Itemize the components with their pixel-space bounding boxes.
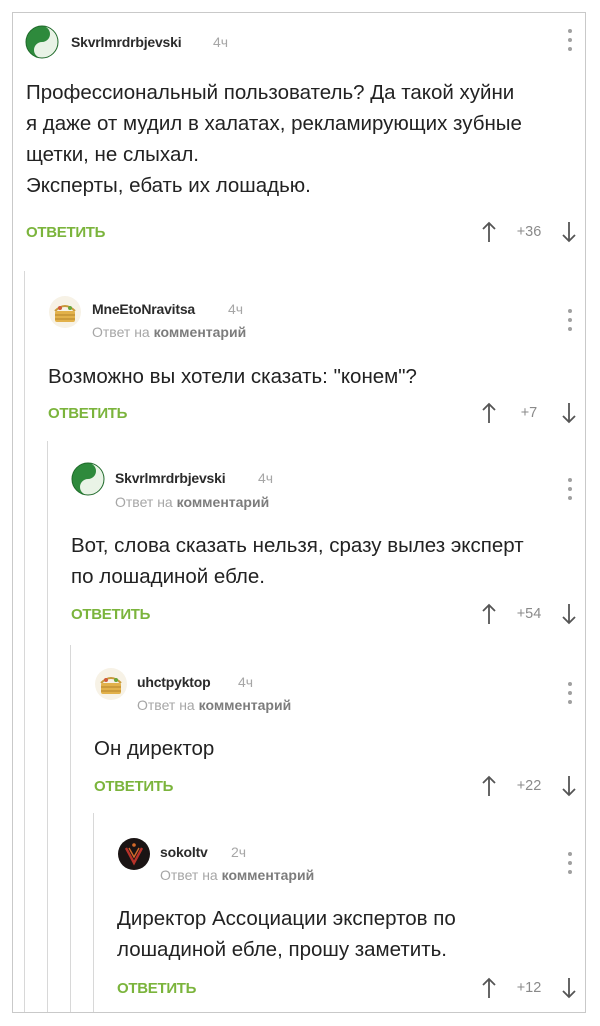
username[interactable]: uhctpyktop: [137, 674, 211, 690]
reply-to-prefix: Ответ на: [137, 697, 199, 713]
timestamp: 2ч: [231, 844, 247, 860]
comment-reply: MneEtoNravitsa 4ч Ответ на комментарий В…: [13, 275, 585, 435]
upvote-arrow-icon[interactable]: [481, 402, 497, 424]
upvote-arrow-icon[interactable]: [481, 603, 497, 625]
dark-logo-icon: [118, 838, 150, 870]
username[interactable]: Skvrlmrdrbjevski: [71, 34, 182, 50]
reply-button[interactable]: ОТВЕТИТЬ: [71, 606, 150, 623]
yin-yang-icon: [71, 462, 105, 496]
dark-logo-avatar[interactable]: [117, 837, 151, 871]
comment-text: Он директор: [94, 737, 215, 760]
downvote-arrow-icon[interactable]: [561, 775, 577, 797]
comment: Skvrlmrdrbjevski 4ч Профессиональный пол…: [13, 13, 585, 263]
rating-count: +7: [520, 405, 538, 421]
basket-icon: [49, 296, 81, 328]
more-options-icon[interactable]: [567, 478, 573, 500]
reply-to-prefix: Ответ на: [160, 867, 222, 883]
more-options-icon[interactable]: [567, 682, 573, 704]
yin-yang-avatar[interactable]: [71, 462, 105, 496]
username[interactable]: sokoltv: [160, 844, 208, 860]
comment-reply: sokoltv 2ч Ответ на комментарий Директор…: [13, 820, 585, 1012]
timestamp: 4ч: [213, 34, 229, 50]
comments-panel: Skvrlmrdrbjevski 4ч Профессиональный пол…: [12, 12, 586, 1013]
upvote-arrow-icon[interactable]: [481, 977, 497, 999]
comment-reply: Skvrlmrdrbjevski 4ч Ответ на комментарий…: [13, 445, 585, 640]
basket-icon: [95, 668, 127, 700]
yin-yang-avatar[interactable]: [25, 25, 59, 59]
downvote-arrow-icon[interactable]: [561, 977, 577, 999]
username[interactable]: Skvrlmrdrbjevski: [115, 470, 226, 486]
upvote-arrow-icon[interactable]: [481, 221, 497, 243]
username[interactable]: MneEtoNravitsa: [92, 301, 195, 317]
reply-to-target[interactable]: комментарий: [199, 697, 292, 713]
upvote-arrow-icon[interactable]: [481, 775, 497, 797]
reply-button[interactable]: ОТВЕТИТЬ: [48, 405, 127, 422]
reply-to-link[interactable]: Ответ на комментарий: [137, 697, 291, 713]
timestamp: 4ч: [258, 470, 274, 486]
comment-text: Вот, слова сказать нельзя, сразу вылез э…: [71, 534, 524, 588]
comment-reply: uhctpyktop 4ч Ответ на комментарий Он ди…: [13, 650, 585, 810]
basket-avatar[interactable]: [48, 295, 82, 329]
reply-to-link[interactable]: Ответ на комментарий: [92, 324, 246, 340]
timestamp: 4ч: [238, 674, 254, 690]
more-options-icon[interactable]: [567, 29, 573, 51]
reply-to-link[interactable]: Ответ на комментарий: [160, 867, 314, 883]
reply-to-target[interactable]: комментарий: [154, 324, 247, 340]
reply-to-prefix: Ответ на: [115, 494, 177, 510]
comment-text: Директор Ассоциации экспертов по лошадин…: [117, 907, 456, 961]
reply-to-link[interactable]: Ответ на комментарий: [115, 494, 269, 510]
rating-count: +22: [516, 778, 542, 794]
reply-button[interactable]: ОТВЕТИТЬ: [117, 980, 196, 997]
downvote-arrow-icon[interactable]: [561, 221, 577, 243]
downvote-arrow-icon[interactable]: [561, 402, 577, 424]
reply-to-prefix: Ответ на: [92, 324, 154, 340]
comment-text: Возможно вы хотели сказать: "конем"?: [48, 365, 417, 388]
more-options-icon[interactable]: [567, 309, 573, 331]
rating-count: +54: [516, 606, 542, 622]
comment-text: Профессиональный пользователь? Да такой …: [26, 81, 522, 197]
yin-yang-icon: [25, 25, 59, 59]
reply-to-target[interactable]: комментарий: [222, 867, 315, 883]
basket-avatar[interactable]: [94, 667, 128, 701]
reply-button[interactable]: ОТВЕТИТЬ: [94, 778, 173, 795]
timestamp: 4ч: [228, 301, 244, 317]
more-options-icon[interactable]: [567, 852, 573, 874]
reply-to-target[interactable]: комментарий: [177, 494, 270, 510]
downvote-arrow-icon[interactable]: [561, 603, 577, 625]
rating-count: +36: [516, 224, 542, 240]
rating-count: +12: [516, 980, 542, 996]
reply-button[interactable]: ОТВЕТИТЬ: [26, 224, 105, 241]
